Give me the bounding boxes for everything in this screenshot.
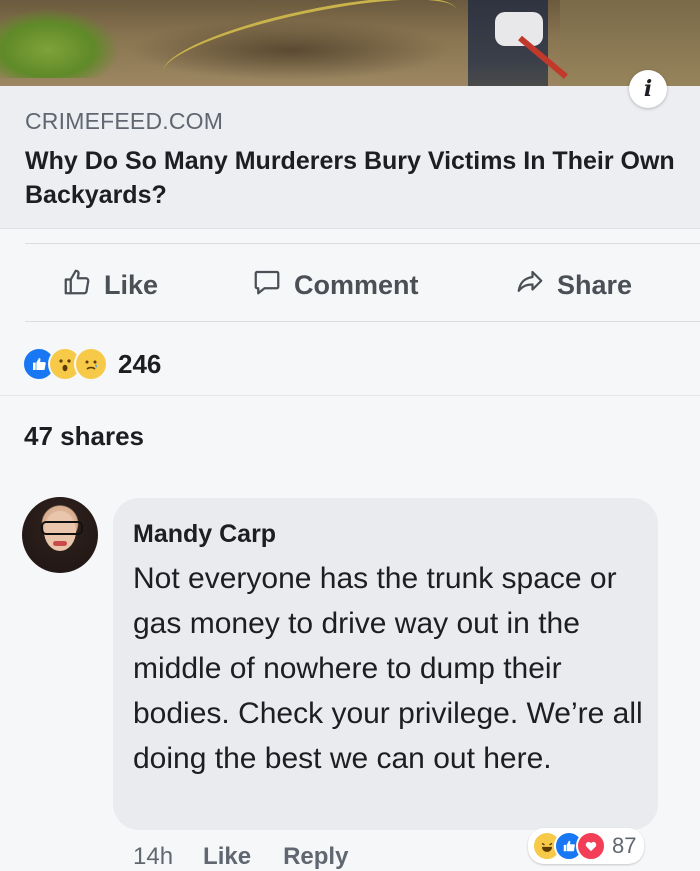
link-preview[interactable]: CRIMEFEED.COM Why Do So Many Murderers B… (0, 86, 700, 229)
post-action-bar: Like Comment Share (0, 250, 700, 320)
comment-author[interactable]: Mandy Carp (133, 520, 276, 549)
link-preview-image[interactable] (0, 0, 700, 86)
avatar-lips (53, 541, 67, 546)
like-button[interactable]: Like (62, 250, 158, 320)
comment-bubble-icon (252, 267, 282, 304)
comment-reaction-count: 87 (612, 833, 637, 858)
comment-like-link[interactable]: Like (203, 843, 251, 871)
like-label: Like (104, 269, 159, 300)
comment-reply-link[interactable]: Reply (283, 843, 348, 871)
love-reaction-icon (576, 831, 606, 861)
thumbs-up-icon (62, 267, 92, 304)
info-icon[interactable]: i (629, 70, 667, 108)
plant-leaves (0, 8, 120, 78)
avatar-glasses (41, 521, 83, 535)
comment-timestamp[interactable]: 14h (133, 843, 173, 871)
reaction-summary[interactable]: 246 (22, 346, 161, 382)
reaction-count: 246 (118, 348, 162, 379)
comment-label: Comment (294, 269, 419, 300)
comment-reactions[interactable]: 87 (528, 828, 645, 864)
ground-background (560, 0, 700, 86)
comment-button[interactable]: Comment (252, 250, 419, 320)
divider (25, 243, 700, 244)
link-domain: CRIMEFEED.COM (25, 108, 224, 134)
share-count[interactable]: 47 shares (24, 421, 144, 452)
sad-reaction-icon (74, 347, 108, 381)
comment-meta: 14h Like Reply (133, 843, 380, 871)
comment-text: Not everyone has the trunk space or gas … (133, 562, 643, 775)
share-button[interactable]: Share (515, 250, 632, 320)
link-headline[interactable]: Why Do So Many Murderers Bury Victims In… (25, 144, 685, 212)
share-label: Share (557, 269, 633, 300)
divider (0, 395, 700, 396)
comment-bubble: Mandy Carp Not everyone has the trunk sp… (113, 498, 658, 830)
divider (25, 321, 700, 322)
share-arrow-icon (515, 267, 545, 304)
avatar[interactable] (22, 497, 98, 573)
